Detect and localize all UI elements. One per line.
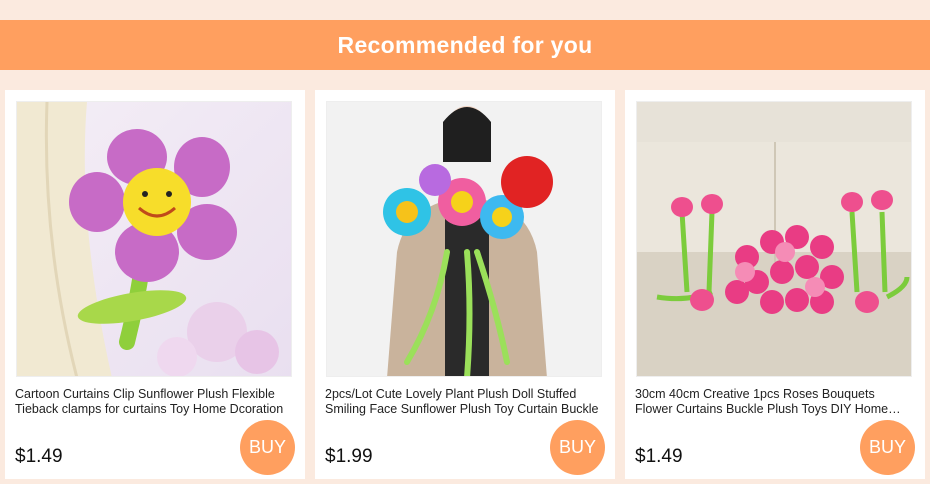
buy-button[interactable]: BUY bbox=[550, 420, 605, 475]
product-price: $1.49 bbox=[15, 446, 63, 467]
section-title: Recommended for you bbox=[337, 31, 593, 58]
product-price: $1.49 bbox=[635, 446, 683, 467]
product-image[interactable] bbox=[326, 101, 602, 377]
product-card[interactable]: Cartoon Curtains Clip Sunflower Plush Fl… bbox=[5, 90, 305, 479]
product-card[interactable]: 2pcs/Lot Cute Lovely Plant Plush Doll St… bbox=[315, 90, 615, 479]
product-price: $1.99 bbox=[325, 446, 373, 467]
product-image[interactable] bbox=[636, 101, 912, 377]
product-title[interactable]: 2pcs/Lot Cute Lovely Plant Plush Doll St… bbox=[325, 387, 605, 417]
product-title[interactable]: Cartoon Curtains Clip Sunflower Plush Fl… bbox=[15, 387, 295, 417]
buy-button[interactable]: BUY bbox=[860, 420, 915, 475]
product-image[interactable] bbox=[16, 101, 292, 377]
buy-button[interactable]: BUY bbox=[240, 420, 295, 475]
product-card[interactable]: 30cm 40cm Creative 1pcs Roses Bouquets F… bbox=[625, 90, 925, 479]
recommended-header: Recommended for you bbox=[0, 20, 930, 70]
product-title[interactable]: 30cm 40cm Creative 1pcs Roses Bouquets F… bbox=[635, 387, 915, 417]
